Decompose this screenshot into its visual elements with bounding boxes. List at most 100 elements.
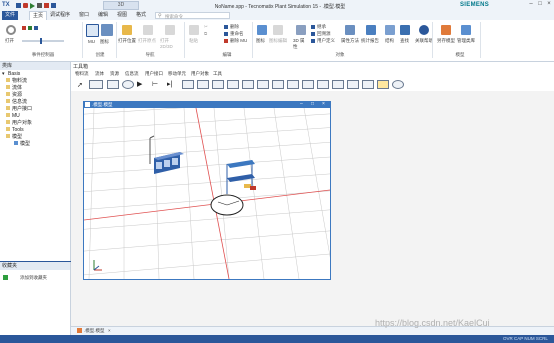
cycle-icon[interactable] [272,80,284,89]
reset-icon[interactable] [44,3,49,8]
parallel-proc-icon[interactable] [182,80,194,89]
speed-slider-thumb[interactable] [40,38,42,44]
tree-item-mu[interactable]: MU [6,113,20,119]
toolbox-tab-material-flow[interactable]: 物料流 [75,71,89,77]
pointer-icon[interactable]: ➚ [77,81,83,89]
mu-button[interactable]: MU [88,39,95,44]
single-proc-icon[interactable]: ▶ [137,80,149,89]
cut-button[interactable]: ✂ [204,24,208,30]
turntable-icon[interactable] [317,80,329,89]
maximize-icon[interactable]: □ [536,1,544,9]
store-icon[interactable] [227,80,239,89]
placebuffer-icon[interactable] [242,80,254,89]
icon-button[interactable]: 图标 [256,38,265,44]
toolbox-tab-fluid[interactable]: 流体 [95,71,104,77]
user-defined-button[interactable]: 用户定义 [317,38,335,44]
search-box[interactable]: ⚲ 搜索命令 [155,12,230,19]
tree-item-tools[interactable]: Tools [6,127,24,133]
model-tab-close-icon[interactable]: × [108,328,111,333]
save-icon[interactable] [16,3,21,8]
frame-close-icon[interactable]: × [322,101,325,107]
open-2d3d-button[interactable]: 打开 2D/3D [160,38,180,49]
structure-button[interactable]: 结构 [385,38,394,44]
model-frame-titlebar[interactable] [83,101,331,108]
transfer-station-icon[interactable] [347,80,359,89]
tab-edit[interactable]: 编辑 [95,11,111,20]
dismantle-icon[interactable] [212,80,224,89]
assembly-icon[interactable] [197,80,209,89]
record-icon[interactable] [23,3,28,8]
tab-view[interactable]: 视图 [114,11,130,20]
flow-control-icon[interactable] [377,80,389,89]
tree-item-fluid[interactable]: 流体 [6,85,22,91]
toolbox-tab-info-flow[interactable]: 信息流 [125,71,139,77]
step-control-icon[interactable] [34,26,38,30]
tab-debugger[interactable]: 调试程序 [47,11,73,20]
stop-control-icon[interactable] [22,26,26,30]
event-icon[interactable] [122,80,134,89]
3d-viewport[interactable] [84,108,330,279]
tree-item-basis[interactable]: Basis [8,71,20,77]
tree-item-user-interface[interactable]: 用户接口 [6,106,32,112]
stop-icon[interactable] [37,3,42,8]
line-icon[interactable] [287,80,299,89]
tree-item-material-flow[interactable]: 物料流 [6,78,27,84]
connector-icon[interactable] [89,80,103,89]
frame-maximize-icon[interactable]: □ [311,101,314,107]
tree-collapse-icon[interactable]: ▾ [2,71,5,77]
3d-props-button[interactable]: 3D 属性 [293,38,307,50]
toolbox-tab-user-objects[interactable]: 用户对象 [191,71,209,77]
statistics-report-button[interactable]: 统计报告 [361,38,379,44]
save-model-button[interactable]: 另存模型 [437,38,455,44]
playback-controls[interactable] [22,26,62,30]
inherit-button[interactable]: 继承 [317,24,326,30]
axis-gizmo-3d[interactable] [210,194,244,216]
find-button[interactable]: 查找 [400,38,409,44]
toolbox-tab-user-interface[interactable]: 用户接口 [145,71,163,77]
speed-slider[interactable] [22,38,64,44]
add-favorite-icon[interactable] [3,275,8,280]
sorter-icon[interactable] [257,80,269,89]
minimize-icon[interactable]: – [527,1,535,9]
toolbox-tab-mobile-units[interactable]: 移动单元 [168,71,186,77]
tab-file[interactable]: 文件 [2,11,19,20]
delete-button[interactable]: 删除 [230,24,239,30]
step-icon[interactable] [51,3,56,8]
buffer-icon[interactable]: ⊢ [152,80,164,89]
open-location-button[interactable]: 打开位置 [118,38,136,44]
tree-item-models[interactable]: 模型 [6,134,22,140]
start-icon[interactable] [30,3,35,9]
generator-icon[interactable] [392,80,404,89]
play-control-icon[interactable] [28,26,32,30]
context-tab-3d[interactable]: 3D [103,1,139,10]
tree-item-resources[interactable]: 资源 [6,92,22,98]
open-button[interactable]: 打开 [5,38,14,44]
add-favorite-button[interactable]: 添加到收藏夹 [20,275,47,281]
tree-item-user-objects[interactable]: 用户对象 [6,120,32,126]
manage-library-button[interactable]: 管理类库 [457,38,475,44]
open-origin-button[interactable]: 打开原点 [138,38,156,44]
icon-edit-button[interactable]: 图标编辑 [269,38,287,44]
tab-home[interactable]: 主页 [29,11,48,20]
source-icon[interactable] [107,80,119,89]
tree-item-model[interactable]: 模型 [14,141,30,147]
tab-format[interactable]: 格式 [133,11,149,20]
tab-window[interactable]: 窗口 [76,11,92,20]
rename-button[interactable]: 重命名 [230,31,244,37]
toolbox-tab-resources[interactable]: 资源 [110,71,119,77]
close-icon[interactable]: × [545,1,553,9]
object-button[interactable]: 图标 [100,39,109,45]
paste-button[interactable]: 粘贴 [189,38,198,44]
model-tab[interactable]: .模型.模型 [84,328,105,334]
turnplate-icon[interactable] [362,80,374,89]
tree-item-info-flow[interactable]: 信息流 [6,99,27,105]
angular-converter-icon[interactable] [332,80,344,89]
attributes-methods-button[interactable]: 属性方法 [341,38,359,44]
show-attributes-button[interactable]: 回溯源 [317,31,331,37]
track-icon[interactable] [302,80,314,89]
copy-button[interactable]: ⧉ [204,31,207,36]
related-help-button[interactable]: 关联帮助 [415,38,433,44]
toolbox-tab-tools[interactable]: 工具 [213,71,222,77]
drain-icon[interactable]: ▸| [167,80,179,89]
delete-mu-button[interactable]: 删除 MU [230,38,247,44]
